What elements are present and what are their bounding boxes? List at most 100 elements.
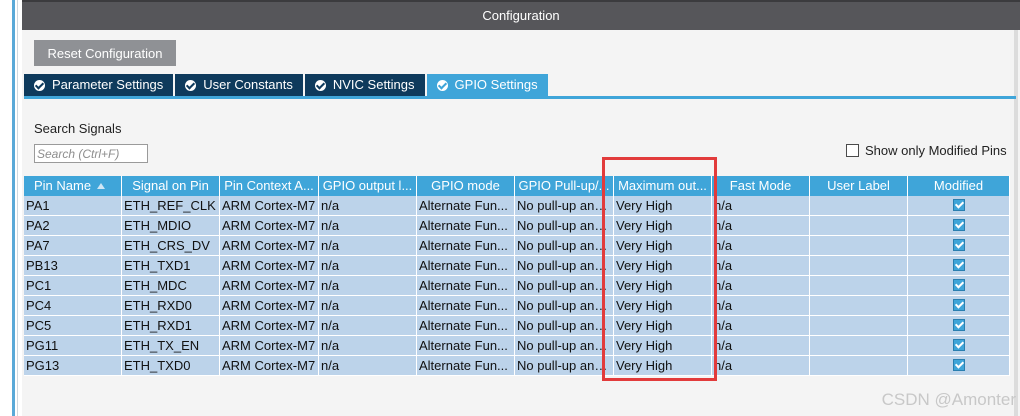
cell-output[interactable]: n/a: [319, 196, 417, 216]
table-row[interactable]: PG11 ETH_TX_EN ARM Cortex-M7 n/a Alternate F…: [24, 336, 1010, 356]
cell-context[interactable]: ARM Cortex-M7: [220, 236, 319, 256]
tab-gpio-settings[interactable]: GPIO Settings: [426, 74, 548, 96]
cell-fast[interactable]: n/a: [712, 236, 810, 256]
cell-fast[interactable]: n/a: [712, 196, 810, 216]
column-header[interactable]: Modified: [908, 176, 1010, 196]
cell-context[interactable]: ARM Cortex-M7: [220, 316, 319, 336]
cell-mode[interactable]: Alternate Fun...: [417, 296, 515, 316]
cell-modified[interactable]: [908, 336, 1010, 356]
cell-mode[interactable]: Alternate Fun...: [417, 196, 515, 216]
cell-mode[interactable]: Alternate Fun...: [417, 316, 515, 336]
cell-context[interactable]: ARM Cortex-M7: [220, 296, 319, 316]
tab-user-constants[interactable]: User Constants: [175, 74, 303, 96]
panel-scroll-edge[interactable]: [1014, 30, 1018, 416]
show-modified-toggle[interactable]: Show only Modified Pins: [846, 143, 1007, 158]
cell-signal[interactable]: ETH_MDIO: [122, 216, 220, 236]
cell-user[interactable]: [810, 336, 908, 356]
cell-user[interactable]: [810, 196, 908, 216]
column-header[interactable]: GPIO output l...: [319, 176, 417, 196]
cell-pull[interactable]: No pull-up and...: [515, 316, 614, 336]
cell-output[interactable]: n/a: [319, 356, 417, 376]
cell-context[interactable]: ARM Cortex-M7: [220, 256, 319, 276]
cell-pin[interactable]: PC4: [24, 296, 122, 316]
cell-mode[interactable]: Alternate Fun...: [417, 216, 515, 236]
cell-pull[interactable]: No pull-up and...: [515, 196, 614, 216]
cell-speed[interactable]: Very High: [614, 236, 712, 256]
table-row[interactable]: PA2 ETH_MDIO ARM Cortex-M7 n/a Alternate Fun…: [24, 216, 1010, 236]
cell-output[interactable]: n/a: [319, 216, 417, 236]
cell-fast[interactable]: n/a: [712, 296, 810, 316]
column-header[interactable]: Fast Mode: [712, 176, 810, 196]
cell-modified[interactable]: [908, 356, 1010, 376]
column-header[interactable]: Maximum out...: [614, 176, 712, 196]
cell-speed[interactable]: Very High: [614, 296, 712, 316]
cell-context[interactable]: ARM Cortex-M7: [220, 216, 319, 236]
cell-user[interactable]: [810, 256, 908, 276]
cell-output[interactable]: n/a: [319, 276, 417, 296]
cell-mode[interactable]: Alternate Fun...: [417, 256, 515, 276]
cell-signal[interactable]: ETH_RXD1: [122, 316, 220, 336]
cell-fast[interactable]: n/a: [712, 316, 810, 336]
cell-pin[interactable]: PG11: [24, 336, 122, 356]
table-row[interactable]: PB13 ETH_TXD1 ARM Cortex-M7 n/a Alternate Fu…: [24, 256, 1010, 276]
cell-user[interactable]: [810, 356, 908, 376]
column-header[interactable]: GPIO Pull-up/...: [515, 176, 614, 196]
cell-pull[interactable]: No pull-up and...: [515, 356, 614, 376]
cell-pull[interactable]: No pull-up and...: [515, 276, 614, 296]
column-header[interactable]: Pin Name: [24, 176, 122, 196]
cell-speed[interactable]: Very High: [614, 316, 712, 336]
cell-fast[interactable]: n/a: [712, 356, 810, 376]
cell-pin[interactable]: PA2: [24, 216, 122, 236]
cell-mode[interactable]: Alternate Fun...: [417, 276, 515, 296]
cell-speed[interactable]: Very High: [614, 336, 712, 356]
cell-fast[interactable]: n/a: [712, 336, 810, 356]
column-header[interactable]: GPIO mode: [417, 176, 515, 196]
column-header[interactable]: Pin Context A...: [220, 176, 319, 196]
cell-signal[interactable]: ETH_CRS_DV: [122, 236, 220, 256]
cell-context[interactable]: ARM Cortex-M7: [220, 196, 319, 216]
cell-mode[interactable]: Alternate Fun...: [417, 356, 515, 376]
cell-signal[interactable]: ETH_MDC: [122, 276, 220, 296]
table-row[interactable]: PC5 ETH_RXD1 ARM Cortex-M7 n/a Alternate Fun…: [24, 316, 1010, 336]
search-signals-input[interactable]: [34, 144, 148, 163]
show-modified-checkbox[interactable]: [846, 144, 859, 157]
cell-user[interactable]: [810, 316, 908, 336]
cell-context[interactable]: ARM Cortex-M7: [220, 356, 319, 376]
cell-signal[interactable]: ETH_TX_EN: [122, 336, 220, 356]
cell-pull[interactable]: No pull-up and...: [515, 216, 614, 236]
table-row[interactable]: PA1 ETH_REF_CLK ARM Cortex-M7 n/a Alternate …: [24, 196, 1010, 216]
cell-output[interactable]: n/a: [319, 336, 417, 356]
cell-modified[interactable]: [908, 296, 1010, 316]
cell-output[interactable]: n/a: [319, 316, 417, 336]
cell-pull[interactable]: No pull-up and...: [515, 236, 614, 256]
column-header[interactable]: User Label: [810, 176, 908, 196]
cell-output[interactable]: n/a: [319, 256, 417, 276]
cell-user[interactable]: [810, 296, 908, 316]
cell-modified[interactable]: [908, 216, 1010, 236]
cell-context[interactable]: ARM Cortex-M7: [220, 336, 319, 356]
reset-configuration-button[interactable]: Reset Configuration: [34, 40, 176, 66]
cell-mode[interactable]: Alternate Fun...: [417, 336, 515, 356]
cell-fast[interactable]: n/a: [712, 276, 810, 296]
cell-modified[interactable]: [908, 196, 1010, 216]
cell-speed[interactable]: Very High: [614, 216, 712, 236]
cell-pin[interactable]: PC1: [24, 276, 122, 296]
cell-fast[interactable]: n/a: [712, 216, 810, 236]
cell-speed[interactable]: Very High: [614, 196, 712, 216]
cell-modified[interactable]: [908, 236, 1010, 256]
cell-pin[interactable]: PC5: [24, 316, 122, 336]
cell-pin[interactable]: PA1: [24, 196, 122, 216]
cell-speed[interactable]: Very High: [614, 276, 712, 296]
cell-modified[interactable]: [908, 276, 1010, 296]
table-row[interactable]: PA7 ETH_CRS_DV ARM Cortex-M7 n/a Alternate F…: [24, 236, 1010, 256]
cell-signal[interactable]: ETH_RXD0: [122, 296, 220, 316]
cell-signal[interactable]: ETH_REF_CLK: [122, 196, 220, 216]
tab-nvic-settings[interactable]: NVIC Settings: [304, 74, 425, 96]
cell-output[interactable]: n/a: [319, 296, 417, 316]
cell-modified[interactable]: [908, 316, 1010, 336]
cell-speed[interactable]: Very High: [614, 356, 712, 376]
tab-parameter-settings[interactable]: Parameter Settings: [24, 74, 174, 96]
table-row[interactable]: PG13 ETH_TXD0 ARM Cortex-M7 n/a Alternate Fu…: [24, 356, 1010, 376]
cell-fast[interactable]: n/a: [712, 256, 810, 276]
cell-pull[interactable]: No pull-up and...: [515, 296, 614, 316]
